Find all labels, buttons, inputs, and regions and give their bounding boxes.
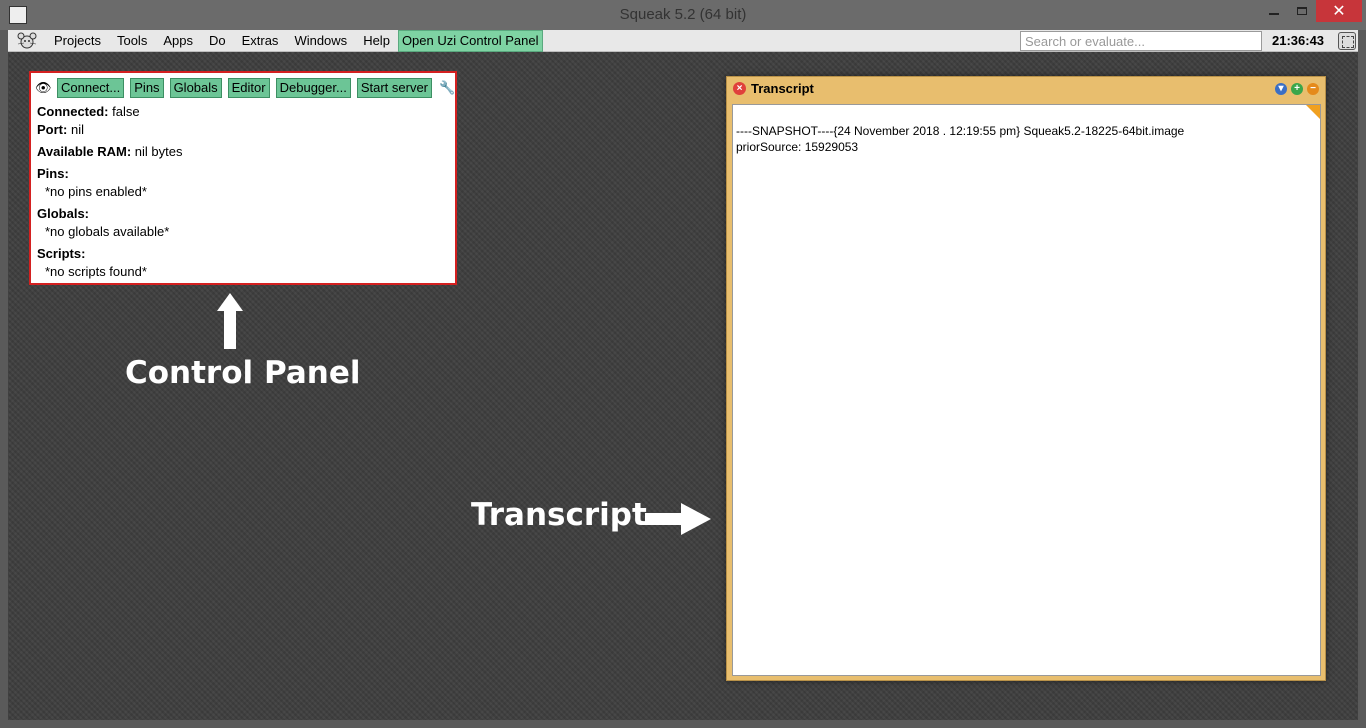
maximize-button[interactable] (1288, 0, 1316, 22)
transcript-window: × Transcript ▾ + − ----SNAPSHOT----{24 N… (726, 76, 1326, 681)
ram-value: nil bytes (134, 144, 183, 159)
ram-label: Available RAM: (37, 144, 132, 159)
start-server-button[interactable]: Start server (356, 78, 433, 98)
transcript-title: Transcript (751, 81, 814, 96)
wrench-icon[interactable]: 🔧 (439, 80, 455, 96)
up-arrow-icon (217, 293, 243, 349)
scripts-label: Scripts: (37, 246, 86, 261)
squeak-logo-menu[interactable] (8, 30, 46, 52)
connected-row: Connected: false (37, 103, 449, 121)
transcript-menu-icon[interactable]: ▾ (1275, 83, 1287, 95)
globals-heading: Globals: (37, 205, 449, 223)
globals-button[interactable]: Globals (169, 78, 222, 98)
transcript-line: ----SNAPSHOT----{24 November 2018 . 12:1… (736, 124, 1185, 138)
window-title: Squeak 5.2 (64 bit) (619, 6, 747, 23)
globals-label: Globals: (37, 206, 90, 221)
control-panel-body: Connected: false Port: nil Available RAM… (37, 103, 449, 281)
menu-extras[interactable]: Extras (234, 30, 287, 52)
menu-apps[interactable]: Apps (155, 30, 201, 52)
right-arrow-icon (645, 503, 711, 535)
pins-heading: Pins: (37, 165, 449, 183)
editor-button[interactable]: Editor (227, 78, 270, 98)
menu-bar: Projects Tools Apps Do Extras Windows He… (8, 29, 1358, 52)
squeak-mouse-icon (17, 32, 37, 48)
ram-row: Available RAM: nil bytes (37, 143, 449, 161)
connect-button[interactable]: Connect... (57, 78, 125, 98)
resize-corner-icon[interactable] (1306, 105, 1320, 119)
search-input[interactable] (1020, 31, 1262, 51)
maximize-icon (1297, 7, 1307, 15)
menu-help[interactable]: Help (355, 30, 398, 52)
close-icon: ✕ (1332, 3, 1346, 20)
open-uzi-control-panel-button[interactable]: Open Uzi Control Panel (397, 29, 543, 52)
menu-do[interactable]: Do (201, 30, 234, 52)
control-panel-annotation: Control Panel (125, 355, 361, 391)
transcript-annotation: Transcript (471, 497, 647, 533)
close-window-button[interactable]: ✕ (1316, 0, 1362, 22)
transcript-collapse-icon[interactable]: − (1307, 83, 1319, 95)
menu-tools[interactable]: Tools (109, 30, 155, 52)
transcript-text-area[interactable]: ----SNAPSHOT----{24 November 2018 . 12:1… (732, 104, 1321, 676)
eye-icon[interactable]: 👁 (35, 80, 52, 96)
pins-value: *no pins enabled* (45, 184, 147, 199)
clock: 21:36:43 (1272, 33, 1325, 48)
transcript-close-icon[interactable]: × (733, 82, 746, 95)
pins-button[interactable]: Pins (130, 78, 164, 98)
connected-label: Connected: (37, 104, 109, 119)
transcript-expand-icon[interactable]: + (1291, 83, 1303, 95)
scripts-heading: Scripts: (37, 245, 449, 263)
menu-projects[interactable]: Projects (46, 30, 109, 52)
scripts-value: *no scripts found* (45, 264, 147, 279)
transcript-titlebar[interactable]: × Transcript ▾ + − (727, 77, 1325, 101)
debugger-button[interactable]: Debugger... (275, 78, 351, 98)
globals-value: *no globals available* (45, 224, 170, 239)
uzi-control-panel: 👁 Connect... Pins Globals Editor Debugge… (29, 71, 457, 285)
port-value: nil (70, 122, 84, 137)
minimize-button[interactable] (1260, 0, 1288, 22)
fullscreen-toggle-icon[interactable] (1338, 32, 1356, 50)
minimize-icon (1269, 13, 1279, 15)
pins-label: Pins: (37, 166, 69, 181)
connected-value: false (112, 104, 140, 119)
os-titlebar: Squeak 5.2 (64 bit) ✕ (0, 0, 1366, 30)
port-row: Port: nil (37, 121, 449, 139)
transcript-line: priorSource: 15929053 (736, 140, 859, 154)
control-panel-toolbar: 👁 Connect... Pins Globals Editor Debugge… (35, 77, 455, 99)
menu-windows[interactable]: Windows (286, 30, 355, 52)
port-label: Port: (37, 122, 68, 137)
